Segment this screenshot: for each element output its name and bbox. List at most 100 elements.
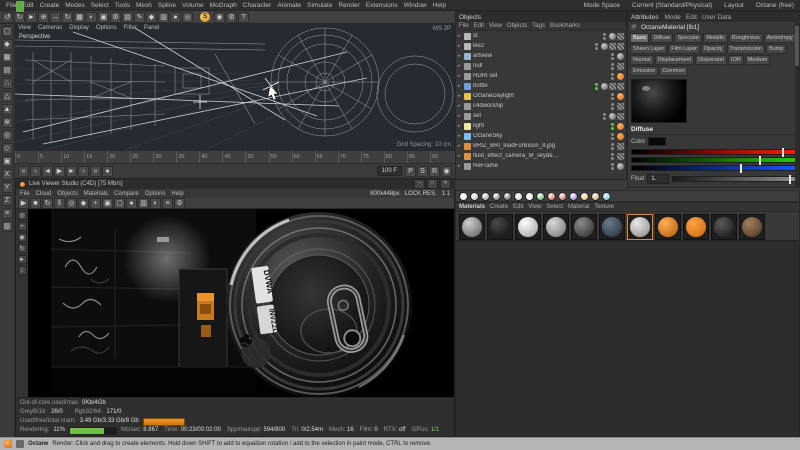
objects-menu-item[interactable]: Objects	[507, 23, 527, 29]
materials-menu-item[interactable]: Create	[490, 204, 508, 210]
object-row[interactable]: ▸ OctaneSky	[456, 131, 626, 141]
menubar-item[interactable]: Volume	[179, 2, 207, 9]
current-frame-marker[interactable]	[16, 1, 24, 12]
timeline-tick[interactable]: 30	[153, 151, 176, 163]
lv-region-render-icon[interactable]: ▣	[102, 197, 113, 209]
object-row[interactable]: ▸ artview	[456, 51, 626, 61]
octane-material-preset-icon[interactable]	[547, 191, 556, 201]
material-channel-tab[interactable]: Medium	[744, 55, 771, 65]
viewport-menu-item[interactable]: Options	[96, 25, 117, 31]
octane-material-preset-icon[interactable]	[558, 191, 567, 201]
visibility-dots[interactable]	[611, 142, 614, 150]
material-channel-tab[interactable]: Dispersion	[695, 55, 728, 65]
material-thumbnail[interactable]	[739, 214, 765, 240]
material-channel-tab[interactable]: Basic	[630, 33, 650, 43]
z-axis-lock-icon[interactable]: Z	[1, 195, 13, 206]
tex-tag-icon[interactable]	[617, 142, 624, 150]
tex-tag-icon[interactable]	[617, 112, 624, 120]
octane-material-preset-icon[interactable]	[470, 191, 479, 201]
live-viewer-menu-item[interactable]: Compare	[114, 191, 139, 197]
menubar-item[interactable]: Tools	[112, 2, 133, 9]
timeline-tick[interactable]: 75	[360, 151, 384, 163]
x-axis-lock-icon[interactable]: X	[1, 169, 13, 180]
material-thumbnail[interactable]	[571, 214, 597, 240]
object-row[interactable]: ▸ bottle	[456, 81, 626, 91]
viewport-menu-item[interactable]: Cameras	[38, 25, 62, 31]
material-thumbnail[interactable]	[543, 214, 569, 240]
lv-aov-icon[interactable]: ≡	[162, 197, 173, 209]
material-thumbnail[interactable]	[711, 214, 737, 240]
lv-pick-material-icon[interactable]: ◆	[78, 197, 89, 209]
visibility-dots[interactable]	[611, 122, 614, 130]
material-thumbnail[interactable]	[655, 214, 681, 240]
object-row[interactable]: ▸ fluid_effect_camera_M_skydepths_2048	[456, 151, 626, 161]
object-row[interactable]: ▸ c4dworship	[456, 101, 626, 111]
perspective-viewport[interactable]: View Cameras Display Options Filter Panel Per…	[15, 24, 455, 150]
deformer-icon[interactable]: ▥	[158, 11, 169, 23]
coordinate-icon[interactable]: ≡	[1, 208, 13, 219]
material-thumbnail[interactable]	[487, 214, 513, 240]
timeline-tick[interactable]: 35	[176, 151, 199, 163]
material-channel-tab[interactable]: Transmission	[726, 44, 766, 54]
timeline-tick[interactable]: 50	[245, 151, 268, 163]
layers-icon[interactable]: ▥	[1, 221, 13, 232]
lv-info-icon[interactable]: i	[17, 266, 27, 275]
viewport-menu-item[interactable]: View	[18, 25, 31, 31]
polygons-mode-icon[interactable]: ▲	[1, 104, 13, 115]
object-row[interactable]: ▸ BRIZ_BRI_loadForBison_8.jpg	[456, 141, 626, 151]
timeline-tick[interactable]: 55	[268, 151, 292, 163]
material-channel-tab[interactable]: Anisotropy	[763, 33, 796, 43]
lv-pause-icon[interactable]: ‖	[54, 197, 65, 209]
ph-tag-icon[interactable]	[609, 32, 616, 40]
camera-icon[interactable]: ◎	[182, 11, 193, 23]
timeline-tick[interactable]: 90	[429, 151, 453, 163]
octane-material-preset-icon[interactable]	[503, 191, 512, 201]
workplane-mode-icon[interactable]: ▤	[1, 65, 13, 76]
texture-mode-icon[interactable]: ▦	[1, 52, 13, 63]
object-row[interactable]: ▸ HDRI set	[456, 71, 626, 81]
window-button[interactable]: ─	[414, 179, 425, 189]
prev-frame-icon[interactable]: ◄	[42, 165, 53, 177]
attributes-menu-item[interactable]: Mode	[664, 14, 680, 21]
expand-arrow-icon[interactable]: ▸	[458, 63, 462, 69]
material-thumbnail[interactable]	[515, 214, 541, 240]
y-axis-lock-icon[interactable]: Y	[1, 182, 13, 193]
menubar-item[interactable]: Extensions	[363, 2, 401, 9]
visibility-dots[interactable]	[611, 92, 614, 100]
generator-icon[interactable]: ◆	[146, 11, 157, 23]
object-row[interactable]: ▸ null	[456, 61, 626, 71]
material-channel-tab[interactable]: Bump	[766, 44, 787, 54]
material-channel-tab[interactable]: Diffuse	[650, 33, 674, 43]
expand-arrow-icon[interactable]: ▸	[458, 133, 462, 139]
lv-play-icon[interactable]: ▶	[18, 197, 29, 209]
float-slider[interactable]	[672, 175, 796, 184]
menubar-item[interactable]: Render	[335, 2, 362, 9]
window-button[interactable]: ✕	[440, 179, 451, 189]
menubar-item[interactable]: Simulate	[304, 2, 335, 9]
keyframe-position-icon[interactable]: P	[405, 165, 416, 177]
lv-film-region-icon[interactable]: ▢	[114, 197, 125, 209]
octane-material-preset-icon[interactable]	[492, 191, 501, 201]
edges-mode-icon[interactable]: △	[1, 91, 13, 102]
octane-material-preset-icon[interactable]	[514, 191, 523, 201]
record-icon[interactable]: ●	[102, 165, 113, 177]
model-mode-icon[interactable]: ◆	[1, 39, 13, 50]
lv-restart-icon[interactable]: ↻	[42, 197, 53, 209]
keyframe-rotation-icon[interactable]: R	[429, 165, 440, 177]
expand-arrow-icon[interactable]: ▸	[458, 33, 462, 39]
spline-icon[interactable]: ✎	[134, 11, 145, 23]
visibility-dots[interactable]	[595, 42, 598, 50]
expand-arrow-icon[interactable]: ▸	[458, 163, 462, 169]
ph-tag-icon[interactable]	[601, 82, 608, 90]
viewport-menu-item[interactable]: Filter	[124, 25, 137, 31]
lv-denoise-icon[interactable]: ◐	[150, 197, 161, 209]
material-thumbnail[interactable]	[627, 214, 653, 240]
timeline-tick[interactable]: 15	[84, 151, 107, 163]
visibility-dots[interactable]	[611, 132, 614, 140]
lv-clay-mode-icon[interactable]: ●	[126, 197, 137, 209]
material-channel-tab[interactable]: Common	[659, 66, 688, 76]
object-row[interactable]: ▸ kle2	[456, 41, 626, 51]
viewport-solo-icon[interactable]: ◎	[1, 130, 13, 141]
menubar-item[interactable]: Character	[240, 2, 275, 9]
material-channel-tab[interactable]: Specular	[674, 33, 703, 43]
